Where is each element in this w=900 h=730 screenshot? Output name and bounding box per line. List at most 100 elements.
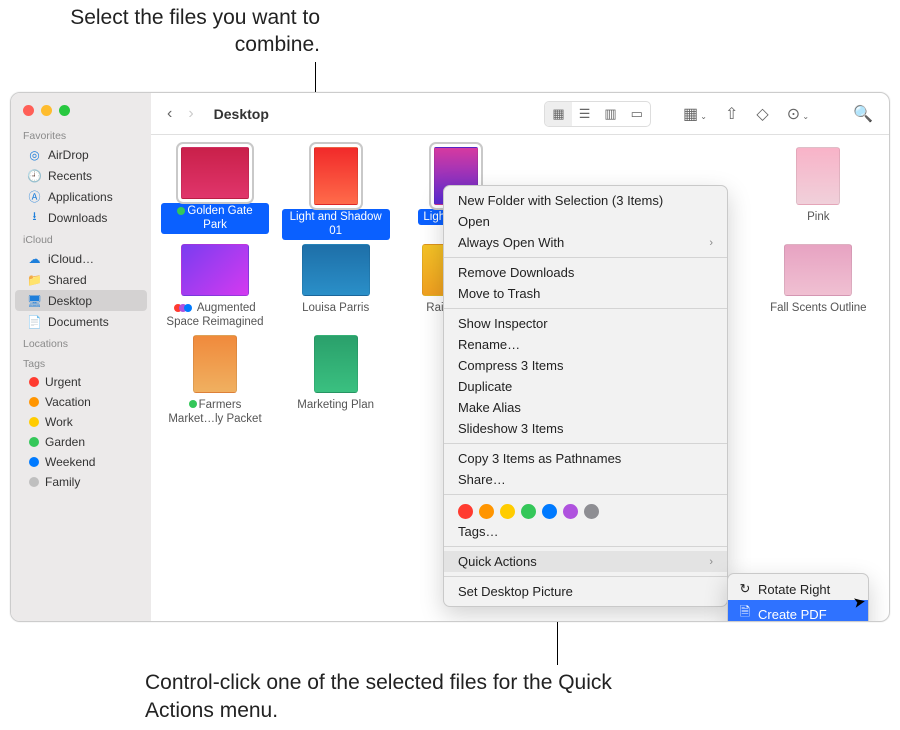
- menu-show-inspector[interactable]: Show Inspector: [444, 313, 727, 334]
- menu-separator: [444, 546, 727, 547]
- more-button[interactable]: ⊙ ⌄: [781, 100, 815, 128]
- file-item[interactable]: Fall Scents Outline: [762, 244, 874, 331]
- gallery-view-button[interactable]: ▭: [624, 102, 650, 126]
- menu-make-alias[interactable]: Make Alias: [444, 397, 727, 418]
- menu-move-to-trash[interactable]: Move to Trash: [444, 283, 727, 304]
- search-button[interactable]: 🔍: [847, 100, 879, 128]
- file-thumbnail: [796, 147, 840, 205]
- sidebar-item-icloud-drive[interactable]: ☁ iCloud…: [15, 248, 147, 269]
- menu-rename[interactable]: Rename…: [444, 334, 727, 355]
- window-controls: [11, 99, 151, 124]
- menu-copy-pathnames[interactable]: Copy 3 Items as Pathnames: [444, 448, 727, 469]
- folder-shared-icon: 📁: [27, 272, 42, 287]
- sidebar-item-label: Documents: [48, 315, 109, 329]
- sidebar-item-label: AirDrop: [48, 148, 89, 162]
- sidebar-tag-garden[interactable]: Garden: [15, 432, 147, 452]
- sidebar-item-shared[interactable]: 📁 Shared: [15, 269, 147, 290]
- sidebar-item-downloads[interactable]: ⭳ Downloads: [15, 207, 147, 228]
- tag-color-green[interactable]: [521, 504, 536, 519]
- file-thumbnail: [181, 244, 249, 296]
- file-item[interactable]: Light and Shadow 01: [280, 147, 392, 240]
- file-item[interactable]: Marketing Plan: [280, 335, 392, 428]
- file-thumbnail: [314, 335, 358, 393]
- menu-separator: [444, 576, 727, 577]
- menu-separator: [444, 257, 727, 258]
- toolbar: ‹ › Desktop ▦ ☰ ▥ ▭ ▦ ⌄ ⇧ ◇ ⊙ ⌄ 🔍: [151, 93, 889, 135]
- menu-remove-downloads[interactable]: Remove Downloads: [444, 262, 727, 283]
- file-item[interactable]: Louisa Parris: [280, 244, 392, 331]
- close-window-button[interactable]: [23, 105, 34, 116]
- file-label: Louisa Parris: [297, 300, 374, 316]
- file-label: Augmented Space Reimagined: [161, 300, 269, 331]
- file-thumbnail: [193, 335, 237, 393]
- menu-new-folder-selection[interactable]: New Folder with Selection (3 Items): [444, 190, 727, 211]
- menu-share[interactable]: Share…: [444, 469, 727, 490]
- sidebar-item-label: Shared: [48, 273, 87, 287]
- submenu-rotate-right[interactable]: ↻Rotate Right: [728, 578, 868, 600]
- sidebar-item-label: Garden: [45, 435, 85, 449]
- sidebar-section-tags: Tags: [11, 352, 151, 372]
- cloud-icon: ☁: [27, 251, 42, 266]
- tag-dot-icon: [29, 417, 39, 427]
- tag-color-orange[interactable]: [479, 504, 494, 519]
- menu-open[interactable]: Open: [444, 211, 727, 232]
- group-by-button[interactable]: ▦ ⌄: [677, 100, 713, 128]
- file-grid-area: Golden Gate Park Light and Shadow 01 Lig…: [151, 135, 889, 621]
- menu-slideshow[interactable]: Slideshow 3 Items: [444, 418, 727, 439]
- menu-quick-actions[interactable]: Quick Actions›: [444, 551, 727, 572]
- column-view-button[interactable]: ▥: [597, 102, 623, 126]
- file-label: Farmers Market…ly Packet: [161, 397, 269, 428]
- share-button[interactable]: ⇧: [719, 100, 744, 128]
- file-thumbnail: [314, 147, 358, 205]
- sidebar-tag-urgent[interactable]: Urgent: [15, 372, 147, 392]
- tag-color-gray[interactable]: [584, 504, 599, 519]
- sidebar-section-favorites: Favorites: [11, 124, 151, 144]
- download-icon: ⭳: [27, 210, 42, 225]
- tags-button[interactable]: ◇: [750, 100, 774, 128]
- file-label: Golden Gate Park: [161, 203, 269, 234]
- sidebar-tag-work[interactable]: Work: [15, 412, 147, 432]
- sidebar-tag-weekend[interactable]: Weekend: [15, 452, 147, 472]
- back-button[interactable]: ‹: [161, 101, 178, 127]
- sidebar-item-documents[interactable]: 📄 Documents: [15, 311, 147, 332]
- sidebar-tag-vacation[interactable]: Vacation: [15, 392, 147, 412]
- tag-dot-icon: [29, 457, 39, 467]
- file-label: Fall Scents Outline: [765, 300, 872, 316]
- tag-color-blue[interactable]: [542, 504, 557, 519]
- zoom-window-button[interactable]: [59, 105, 70, 116]
- list-view-button[interactable]: ☰: [572, 102, 598, 126]
- menu-always-open-with[interactable]: Always Open With›: [444, 232, 727, 253]
- menu-set-desktop-picture[interactable]: Set Desktop Picture: [444, 581, 727, 602]
- menu-separator: [444, 308, 727, 309]
- menu-tags[interactable]: Tags…: [444, 521, 727, 542]
- tag-color-red[interactable]: [458, 504, 473, 519]
- sidebar: Favorites ◎ AirDrop 🕘 Recents Ⓐ Applicat…: [11, 93, 151, 621]
- sidebar-item-recents[interactable]: 🕘 Recents: [15, 165, 147, 186]
- menu-compress[interactable]: Compress 3 Items: [444, 355, 727, 376]
- submenu-create-pdf[interactable]: 🗎Create PDF: [728, 600, 868, 621]
- sidebar-item-applications[interactable]: Ⓐ Applications: [15, 186, 147, 207]
- icon-view-button[interactable]: ▦: [545, 102, 571, 126]
- sidebar-item-desktop[interactable]: 🖥 Desktop: [15, 290, 147, 311]
- tag-color-yellow[interactable]: [500, 504, 515, 519]
- forward-button[interactable]: ›: [182, 101, 199, 127]
- minimize-window-button[interactable]: [41, 105, 52, 116]
- file-item[interactable]: Pink: [762, 147, 874, 240]
- sidebar-item-label: Family: [45, 475, 80, 489]
- file-item[interactable]: Farmers Market…ly Packet: [159, 335, 271, 428]
- menu-duplicate[interactable]: Duplicate: [444, 376, 727, 397]
- sidebar-item-airdrop[interactable]: ◎ AirDrop: [15, 144, 147, 165]
- menu-separator: [444, 443, 727, 444]
- rotate-icon: ↻: [738, 581, 752, 597]
- sidebar-item-label: Urgent: [45, 375, 81, 389]
- document-icon: 📄: [27, 314, 42, 329]
- callout-top: Select the files you want to combine.: [60, 4, 320, 59]
- sidebar-item-label: Weekend: [45, 455, 95, 469]
- view-switcher: ▦ ☰ ▥ ▭: [544, 101, 651, 127]
- airdrop-icon: ◎: [27, 147, 42, 162]
- file-item[interactable]: Golden Gate Park: [159, 147, 271, 240]
- sidebar-tag-family[interactable]: Family: [15, 472, 147, 492]
- file-item[interactable]: Augmented Space Reimagined: [159, 244, 271, 331]
- clock-icon: 🕘: [27, 168, 42, 183]
- tag-color-purple[interactable]: [563, 504, 578, 519]
